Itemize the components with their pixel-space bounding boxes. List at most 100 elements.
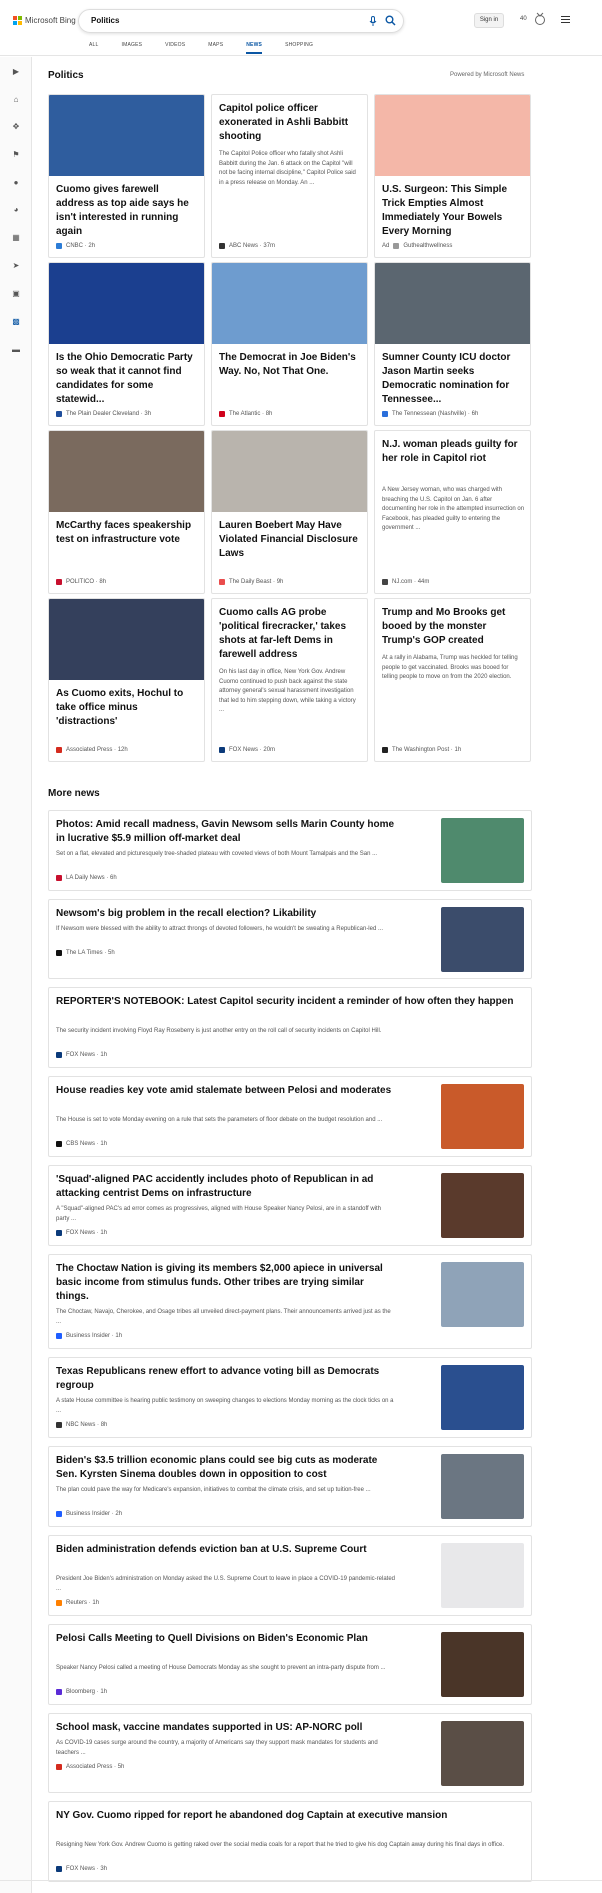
news-card-title[interactable]: Cuomo calls AG probe 'political firecrac… [219, 606, 362, 662]
tab-news[interactable]: NEWS [246, 42, 262, 54]
more-news-source[interactable]: Bloomberg · 1h [56, 1689, 107, 1695]
chart-icon[interactable]: ▦ [11, 233, 21, 243]
news-card[interactable]: Capitol police officer exonerated in Ash… [211, 94, 368, 258]
news-card-source[interactable]: POLITICO · 8h [56, 579, 106, 585]
news-card-title[interactable]: McCarthy faces speakership test on infra… [56, 519, 199, 547]
more-news-item[interactable]: House readies key vote amid stalemate be… [48, 1076, 532, 1157]
more-news-source[interactable]: FOX News · 1h [56, 1052, 107, 1058]
location-pin-icon[interactable]: ● [11, 178, 21, 188]
more-news-source[interactable]: Associated Press · 5h [56, 1764, 124, 1770]
news-card[interactable]: Cuomo gives farewell address as top aide… [48, 94, 205, 258]
news-card-source[interactable]: NJ.com · 44m [382, 579, 429, 585]
more-news-thumbnail[interactable] [441, 1454, 524, 1519]
more-news-item[interactable]: Biden administration defends eviction ba… [48, 1535, 532, 1616]
search-input[interactable]: Politics [78, 9, 404, 33]
news-card[interactable]: Sumner County ICU doctor Jason Martin se… [374, 262, 531, 426]
news-card-image[interactable] [375, 95, 530, 176]
news-card-image[interactable] [49, 431, 204, 512]
news-card-title[interactable]: N.J. woman pleads guilty for her role in… [382, 438, 525, 466]
tab-maps[interactable]: MAPS [208, 42, 223, 54]
news-card-title[interactable]: Capitol police officer exonerated in Ash… [219, 102, 362, 144]
news-card[interactable]: Is the Ohio Democratic Party so weak tha… [48, 262, 205, 426]
more-news-thumbnail[interactable] [441, 1632, 524, 1697]
more-news-item[interactable]: The Choctaw Nation is giving its members… [48, 1254, 532, 1349]
news-card-source[interactable]: FOX News · 20m [219, 747, 275, 753]
news-card-source[interactable]: CNBC · 2h [56, 243, 95, 249]
rocket-icon[interactable]: ➤ [11, 261, 21, 271]
news-card[interactable]: The Democrat in Joe Biden's Way. No, Not… [211, 262, 368, 426]
more-news-title[interactable]: The Choctaw Nation is giving its members… [56, 1262, 396, 1304]
news-card[interactable]: N.J. woman pleads guilty for her role in… [374, 430, 531, 594]
rewards-medal-icon[interactable] [533, 12, 547, 26]
news-card-title[interactable]: Sumner County ICU doctor Jason Martin se… [382, 351, 525, 407]
sign-in-button[interactable]: Sign in [474, 13, 504, 28]
news-card-title[interactable]: The Democrat in Joe Biden's Way. No, Not… [219, 351, 362, 379]
microphone-icon[interactable] [368, 16, 378, 26]
search-icon[interactable] [385, 15, 396, 26]
more-news-thumbnail[interactable] [441, 1721, 524, 1786]
news-card-image[interactable] [49, 263, 204, 344]
more-news-title[interactable]: Texas Republicans renew effort to advanc… [56, 1365, 396, 1393]
news-card[interactable]: Trump and Mo Brooks get booed by the mon… [374, 598, 531, 762]
more-news-source[interactable]: Business Insider · 1h [56, 1333, 122, 1339]
more-news-title[interactable]: Photos: Amid recall madness, Gavin Newso… [56, 818, 396, 846]
more-news-thumbnail[interactable] [441, 1365, 524, 1430]
more-news-thumbnail[interactable] [441, 1173, 524, 1238]
news-card[interactable]: U.S. Surgeon: This Simple Trick Empties … [374, 94, 531, 258]
news-card-image[interactable] [212, 431, 367, 512]
more-news-title[interactable]: Pelosi Calls Meeting to Quell Divisions … [56, 1632, 396, 1646]
more-news-item[interactable]: School mask, vaccine mandates supported … [48, 1713, 532, 1793]
news-card[interactable]: McCarthy faces speakership test on infra… [48, 430, 205, 594]
rewards-points[interactable]: 40 [520, 16, 527, 22]
news-card-source[interactable]: The Washington Post · 1h [382, 747, 461, 753]
more-news-title[interactable]: House readies key vote amid stalemate be… [56, 1084, 396, 1098]
news-card[interactable]: Lauren Boebert May Have Violated Financi… [211, 430, 368, 594]
news-card-source[interactable]: The Plain Dealer Cleveland · 3h [56, 411, 151, 417]
more-news-thumbnail[interactable] [441, 1543, 524, 1608]
more-news-source[interactable]: Reuters · 1h [56, 1600, 99, 1606]
news-card-source[interactable]: Associated Press · 12h [56, 747, 128, 753]
more-news-title[interactable]: Biden's $3.5 trillion economic plans cou… [56, 1454, 396, 1482]
news-card-source[interactable]: ABC News · 37m [219, 243, 275, 249]
politics-building-icon[interactable]: ▩ [11, 317, 21, 327]
news-card-title[interactable]: Cuomo gives farewell address as top aide… [56, 183, 199, 239]
more-news-source[interactable]: FOX News · 1h [56, 1230, 107, 1236]
expand-sidebar-icon[interactable]: ▶ [11, 67, 21, 77]
more-news-title[interactable]: Biden administration defends eviction ba… [56, 1543, 396, 1557]
bing-logo[interactable]: Microsoft Bing [13, 16, 76, 25]
home-icon[interactable]: ⌂ [11, 95, 21, 105]
news-card-title[interactable]: As Cuomo exits, Hochul to take office mi… [56, 687, 199, 729]
science-icon[interactable]: ✥ [11, 122, 21, 132]
hamburger-menu-icon[interactable] [561, 16, 570, 23]
more-news-item[interactable]: 'Squad'-aligned PAC accidently includes … [48, 1165, 532, 1246]
credit-card-icon[interactable]: ▬ [11, 345, 21, 355]
more-news-source[interactable]: CBS News · 1h [56, 1141, 107, 1147]
more-news-title[interactable]: 'Squad'-aligned PAC accidently includes … [56, 1173, 396, 1201]
globe-icon[interactable]: ◕ [11, 205, 21, 215]
news-card[interactable]: Cuomo calls AG probe 'political firecrac… [211, 598, 368, 762]
more-news-thumbnail[interactable] [441, 1262, 524, 1327]
news-card-image[interactable] [375, 263, 530, 344]
news-card-source[interactable]: The Tennessean (Nashville) · 6h [382, 411, 478, 417]
tab-videos[interactable]: VIDEOS [165, 42, 185, 54]
news-card-source[interactable]: The Daily Beast · 9h [219, 579, 283, 585]
tab-all[interactable]: ALL [89, 42, 99, 54]
more-news-item[interactable]: NY Gov. Cuomo ripped for report he aband… [48, 1801, 532, 1882]
more-news-item[interactable]: Pelosi Calls Meeting to Quell Divisions … [48, 1624, 532, 1705]
more-news-source[interactable]: The LA Times · 5h [56, 950, 115, 956]
news-card-image[interactable] [49, 599, 204, 680]
news-card-title[interactable]: Trump and Mo Brooks get booed by the mon… [382, 606, 525, 648]
more-news-item[interactable]: REPORTER'S NOTEBOOK: Latest Capitol secu… [48, 987, 532, 1068]
more-news-title[interactable]: NY Gov. Cuomo ripped for report he aband… [56, 1809, 524, 1823]
flag-icon[interactable]: ⚑ [11, 150, 21, 160]
more-news-title[interactable]: REPORTER'S NOTEBOOK: Latest Capitol secu… [56, 995, 524, 1009]
more-news-title[interactable]: School mask, vaccine mandates supported … [56, 1721, 396, 1735]
more-news-source[interactable]: Business Insider · 2h [56, 1511, 122, 1517]
film-icon[interactable]: ▣ [11, 289, 21, 299]
news-card-title[interactable]: Is the Ohio Democratic Party so weak tha… [56, 351, 199, 407]
news-card-title[interactable]: U.S. Surgeon: This Simple Trick Empties … [382, 183, 525, 239]
news-card-title[interactable]: Lauren Boebert May Have Violated Financi… [219, 519, 362, 561]
more-news-item[interactable]: Newsom's big problem in the recall elect… [48, 899, 532, 979]
more-news-item[interactable]: Biden's $3.5 trillion economic plans cou… [48, 1446, 532, 1527]
news-card-source[interactable]: The Atlantic · 8h [219, 411, 272, 417]
